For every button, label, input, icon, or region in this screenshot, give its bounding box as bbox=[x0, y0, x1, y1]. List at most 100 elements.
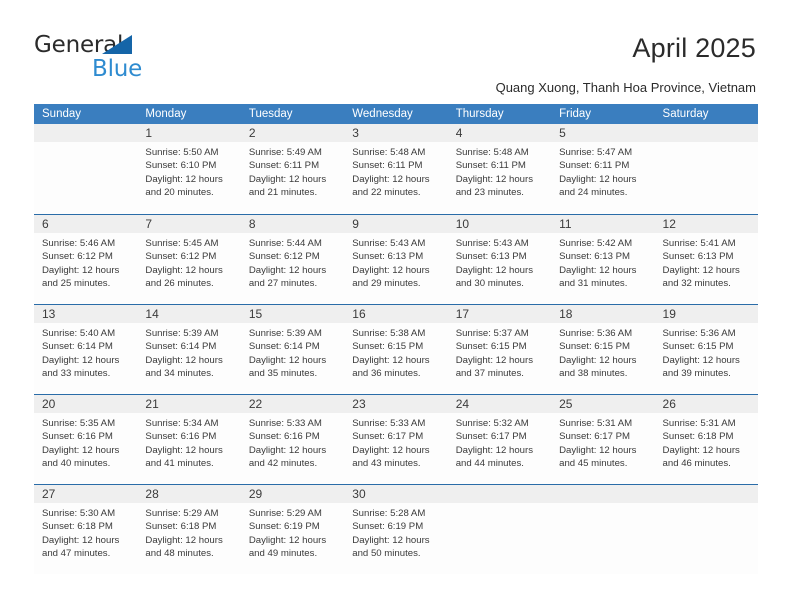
calendar-grid: Sunday Monday Tuesday Wednesday Thursday… bbox=[34, 104, 758, 574]
general-blue-logo[interactable]: General Blue bbox=[34, 32, 214, 84]
day-details: Sunrise: 5:39 AM Sunset: 6:14 PM Daylight:… bbox=[137, 323, 240, 381]
calendar-day-cell[interactable]: 13 Sunrise: 5:40 AM Sunset: 6:14 PM Dayligh… bbox=[34, 305, 138, 394]
calendar-day-cell[interactable]: 2 Sunrise: 5:49 AM Sunset: 6:11 PM Daylight… bbox=[240, 124, 345, 214]
calendar-day-cell[interactable]: 22 Sunrise: 5:33 AM Sunset: 6:16 PM Dayligh… bbox=[240, 395, 345, 484]
weekday-header-row: Sunday Monday Tuesday Wednesday Thursday… bbox=[34, 104, 758, 124]
calendar-day-cell[interactable]: 24 Sunrise: 5:32 AM Sunset: 6:17 PM Dayligh… bbox=[447, 395, 552, 484]
sunrise-time: Sunrise: 5:29 AM bbox=[248, 508, 322, 519]
day-number-band bbox=[654, 485, 758, 503]
day-details: Sunrise: 5:29 AM Sunset: 6:18 PM Daylight:… bbox=[137, 503, 240, 561]
daylight-duration-line1: Daylight: 12 hours bbox=[559, 354, 637, 366]
daylight-duration-line2: and 45 minutes. bbox=[559, 458, 628, 470]
calendar-day-cell-empty bbox=[654, 485, 758, 574]
day-number: 22 bbox=[248, 397, 263, 411]
day-details: Sunrise: 5:28 AM Sunset: 6:19 PM Daylight:… bbox=[344, 503, 447, 561]
daylight-duration-line2: and 43 minutes. bbox=[352, 458, 421, 470]
day-number: 26 bbox=[662, 397, 676, 411]
calendar-day-cell[interactable]: 29 Sunrise: 5:29 AM Sunset: 6:19 PM Dayligh… bbox=[240, 485, 345, 574]
calendar-day-cell[interactable]: 21 Sunrise: 5:34 AM Sunset: 6:16 PM Dayligh… bbox=[137, 395, 241, 484]
daylight-duration-line2: and 36 minutes. bbox=[352, 368, 421, 380]
calendar-day-cell[interactable]: 27 Sunrise: 5:30 AM Sunset: 6:18 PM Dayligh… bbox=[34, 485, 138, 574]
calendar-day-cell[interactable]: 25 Sunrise: 5:31 AM Sunset: 6:17 PM Dayligh… bbox=[551, 395, 655, 484]
calendar-day-cell[interactable]: 19 Sunrise: 5:36 AM Sunset: 6:15 PM Dayligh… bbox=[654, 305, 758, 394]
calendar-day-cell[interactable]: 23 Sunrise: 5:33 AM Sunset: 6:17 PM Dayligh… bbox=[344, 395, 448, 484]
calendar-week-row: 1 Sunrise: 5:50 AM Sunset: 6:10 PM Daylight… bbox=[34, 124, 758, 214]
daylight-duration-line1: Daylight: 12 hours bbox=[248, 173, 327, 185]
day-number: 30 bbox=[352, 487, 366, 501]
day-number: 8 bbox=[248, 217, 256, 231]
daylight-duration-line1: Daylight: 12 hours bbox=[145, 173, 223, 185]
day-number-band: 2 bbox=[240, 124, 345, 142]
daylight-duration-line1: Daylight: 12 hours bbox=[248, 264, 327, 276]
calendar-day-cell[interactable]: 7 Sunrise: 5:45 AM Sunset: 6:12 PM Daylight… bbox=[137, 215, 241, 304]
day-number: 27 bbox=[42, 487, 56, 501]
calendar-day-cell-empty bbox=[654, 124, 758, 214]
calendar-day-cell[interactable]: 6 Sunrise: 5:46 AM Sunset: 6:12 PM Daylight… bbox=[34, 215, 138, 304]
calendar-day-cell[interactable]: 12 Sunrise: 5:41 AM Sunset: 6:13 PM Dayligh… bbox=[654, 215, 758, 304]
calendar-day-cell[interactable]: 4 Sunrise: 5:48 AM Sunset: 6:11 PM Daylight… bbox=[447, 124, 552, 214]
sunrise-time: Sunrise: 5:34 AM bbox=[145, 418, 219, 429]
daylight-duration-line2: and 39 minutes. bbox=[662, 368, 731, 380]
day-number-band: 25 bbox=[551, 395, 655, 413]
sunset-time: Sunset: 6:13 PM bbox=[455, 251, 527, 263]
day-details: Sunrise: 5:45 AM Sunset: 6:12 PM Daylight:… bbox=[137, 233, 240, 291]
calendar-week-row: 27 Sunrise: 5:30 AM Sunset: 6:18 PM Dayligh… bbox=[34, 484, 758, 574]
weekday-header-thursday: Thursday bbox=[455, 108, 504, 120]
calendar-page: General Blue April 2025 Quang Xuong, Tha… bbox=[0, 0, 792, 612]
weekday-header-tuesday: Tuesday bbox=[248, 108, 293, 120]
calendar-day-cell[interactable]: 20 Sunrise: 5:35 AM Sunset: 6:16 PM Dayligh… bbox=[34, 395, 138, 484]
sunset-time: Sunset: 6:18 PM bbox=[42, 521, 113, 533]
day-details: Sunrise: 5:44 AM Sunset: 6:12 PM Daylight:… bbox=[241, 233, 344, 291]
calendar-day-cell[interactable]: 30 Sunrise: 5:28 AM Sunset: 6:19 PM Dayligh… bbox=[344, 485, 448, 574]
day-number: 20 bbox=[42, 397, 56, 411]
sunrise-time: Sunrise: 5:37 AM bbox=[455, 328, 529, 339]
calendar-day-cell[interactable]: 26 Sunrise: 5:31 AM Sunset: 6:18 PM Dayligh… bbox=[654, 395, 758, 484]
calendar-day-cell[interactable]: 11 Sunrise: 5:42 AM Sunset: 6:13 PM Dayligh… bbox=[551, 215, 655, 304]
sunset-time: Sunset: 6:16 PM bbox=[42, 431, 113, 443]
sunrise-time: Sunrise: 5:31 AM bbox=[559, 418, 633, 429]
day-number: 13 bbox=[42, 307, 56, 321]
sunset-time: Sunset: 6:11 PM bbox=[352, 160, 423, 172]
day-number: 9 bbox=[352, 217, 359, 231]
calendar-day-cell[interactable]: 18 Sunrise: 5:36 AM Sunset: 6:15 PM Dayligh… bbox=[551, 305, 655, 394]
calendar-day-cell[interactable]: 14 Sunrise: 5:39 AM Sunset: 6:14 PM Dayligh… bbox=[137, 305, 241, 394]
daylight-duration-line2: and 42 minutes. bbox=[248, 458, 318, 470]
calendar-day-cell[interactable]: 8 Sunrise: 5:44 AM Sunset: 6:12 PM Daylight… bbox=[240, 215, 345, 304]
daylight-duration-line2: and 33 minutes. bbox=[42, 368, 111, 380]
day-number-band: 4 bbox=[447, 124, 552, 142]
sunrise-time: Sunrise: 5:43 AM bbox=[352, 238, 426, 249]
day-number-band: 29 bbox=[240, 485, 345, 503]
calendar-day-cell[interactable]: 9 Sunrise: 5:43 AM Sunset: 6:13 PM Daylight… bbox=[344, 215, 448, 304]
daylight-duration-line2: and 41 minutes. bbox=[145, 458, 214, 470]
sunset-time: Sunset: 6:14 PM bbox=[145, 341, 217, 353]
daylight-duration-line1: Daylight: 12 hours bbox=[248, 444, 327, 456]
day-number: 1 bbox=[145, 126, 153, 140]
daylight-duration-line1: Daylight: 12 hours bbox=[455, 264, 534, 276]
sunset-time: Sunset: 6:15 PM bbox=[455, 341, 527, 353]
sunrise-time: Sunrise: 5:31 AM bbox=[662, 418, 736, 429]
calendar-day-cell[interactable]: 1 Sunrise: 5:50 AM Sunset: 6:10 PM Daylight… bbox=[137, 124, 241, 214]
day-details: Sunrise: 5:38 AM Sunset: 6:15 PM Daylight:… bbox=[344, 323, 447, 381]
day-details: Sunrise: 5:50 AM Sunset: 6:10 PM Daylight:… bbox=[137, 142, 240, 200]
day-number-band: 16 bbox=[344, 305, 448, 323]
calendar-day-cell[interactable]: 15 Sunrise: 5:39 AM Sunset: 6:14 PM Dayligh… bbox=[240, 305, 345, 394]
calendar-day-cell[interactable]: 10 Sunrise: 5:43 AM Sunset: 6:13 PM Dayligh… bbox=[447, 215, 552, 304]
day-number-band: 19 bbox=[654, 305, 758, 323]
daylight-duration-line1: Daylight: 12 hours bbox=[352, 264, 430, 276]
calendar-day-cell[interactable]: 5 Sunrise: 5:47 AM Sunset: 6:11 PM Daylight… bbox=[551, 124, 655, 214]
sunset-time: Sunset: 6:19 PM bbox=[248, 521, 320, 533]
day-details: Sunrise: 5:42 AM Sunset: 6:13 PM Daylight:… bbox=[551, 233, 654, 291]
daylight-duration-line1: Daylight: 12 hours bbox=[145, 534, 223, 546]
calendar-day-cell[interactable]: 16 Sunrise: 5:38 AM Sunset: 6:15 PM Dayligh… bbox=[344, 305, 448, 394]
sunrise-time: Sunrise: 5:35 AM bbox=[42, 418, 116, 429]
weekday-header-sunday: Sunday bbox=[42, 108, 82, 120]
sunrise-time: Sunrise: 5:41 AM bbox=[662, 238, 736, 249]
day-details: Sunrise: 5:33 AM Sunset: 6:16 PM Daylight:… bbox=[241, 413, 344, 471]
daylight-duration-line2: and 40 minutes. bbox=[42, 458, 111, 470]
day-details: Sunrise: 5:39 AM Sunset: 6:14 PM Daylight:… bbox=[241, 323, 344, 381]
daylight-duration-line2: and 21 minutes. bbox=[248, 187, 318, 199]
calendar-day-cell[interactable]: 17 Sunrise: 5:37 AM Sunset: 6:15 PM Dayligh… bbox=[447, 305, 552, 394]
calendar-day-cell[interactable]: 3 Sunrise: 5:48 AM Sunset: 6:11 PM Daylight… bbox=[344, 124, 448, 214]
sunrise-time: Sunrise: 5:44 AM bbox=[248, 238, 322, 249]
calendar-day-cell[interactable]: 28 Sunrise: 5:29 AM Sunset: 6:18 PM Dayligh… bbox=[137, 485, 241, 574]
